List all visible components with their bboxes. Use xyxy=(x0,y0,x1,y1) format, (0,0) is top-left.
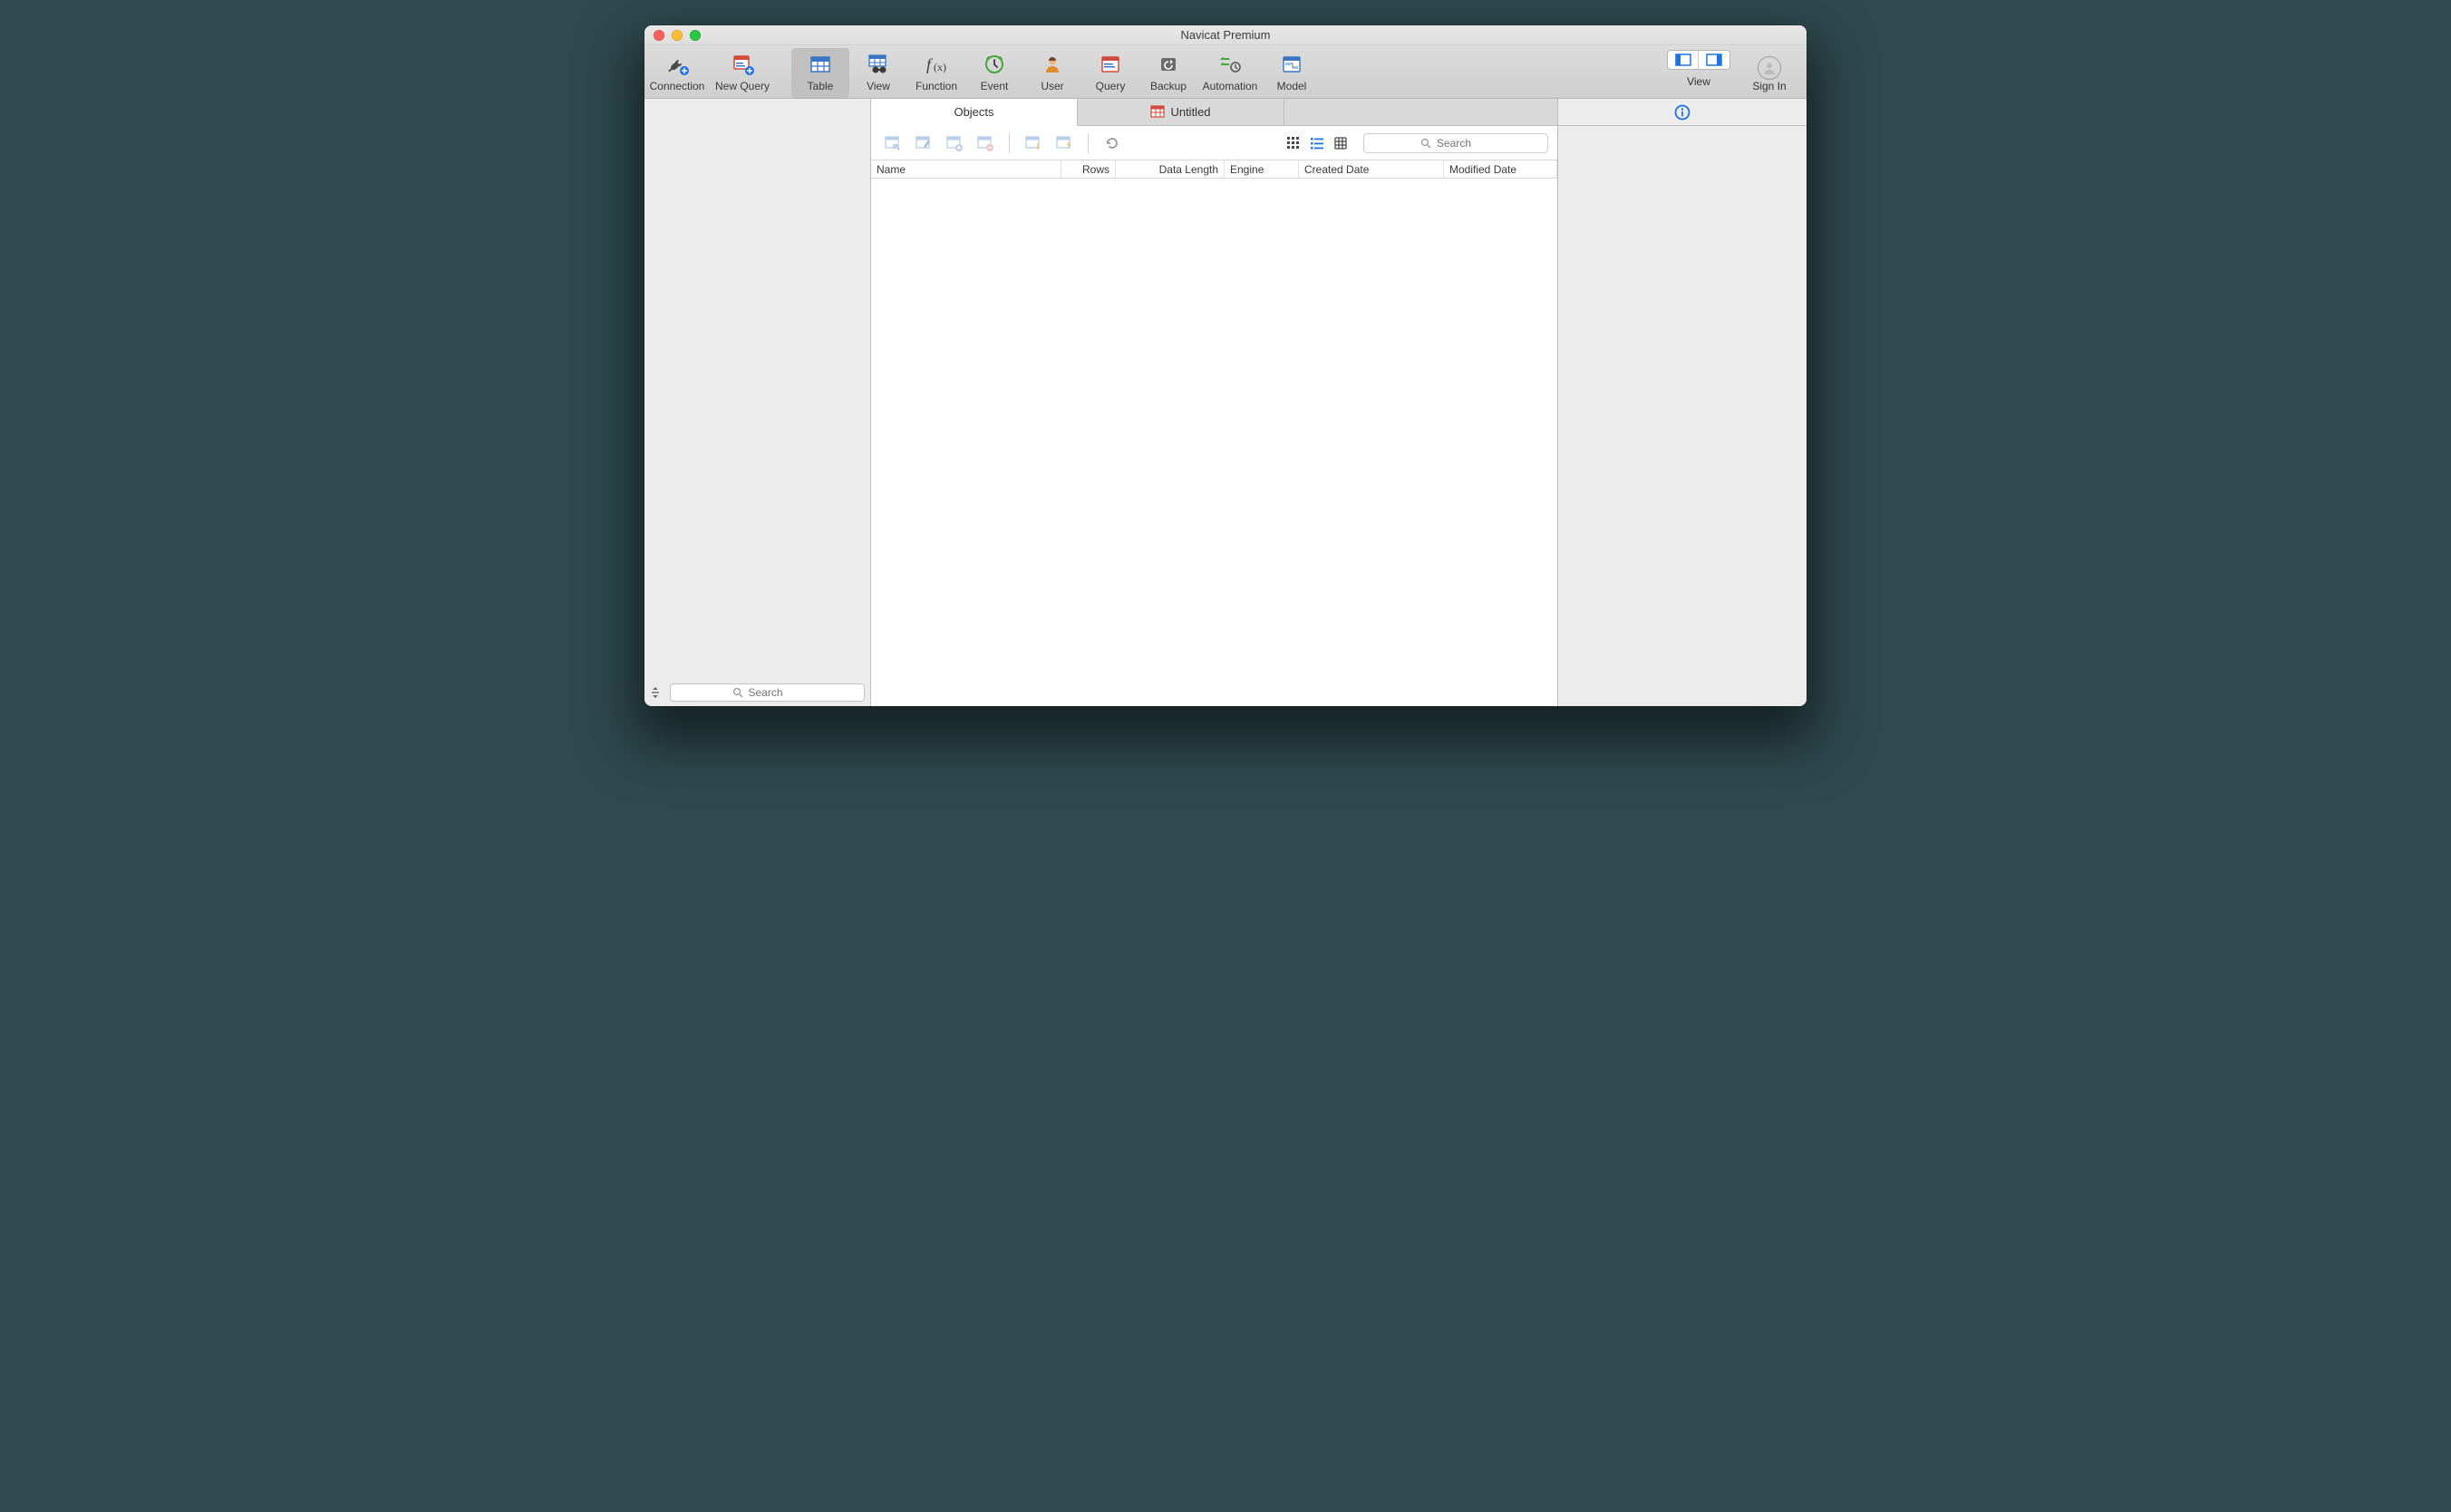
object-toolbar xyxy=(871,126,1557,160)
backup-button[interactable]: Backup xyxy=(1139,48,1197,98)
toolbar-view-label: View xyxy=(867,80,890,92)
list-view-button[interactable] xyxy=(1307,133,1327,153)
automation-button[interactable]: Automation xyxy=(1197,48,1263,98)
new-query-icon xyxy=(730,52,755,77)
toggle-left-panel-button[interactable] xyxy=(1668,51,1699,69)
titlebar: Navicat Premium xyxy=(644,25,1807,45)
connection-label: Connection xyxy=(650,80,705,92)
info-icon[interactable] xyxy=(1674,104,1691,121)
view-toggle-group: View xyxy=(1667,45,1730,98)
separator xyxy=(1088,133,1089,153)
function-label: Function xyxy=(915,80,957,92)
panel-toggle xyxy=(1667,50,1730,70)
tab-objects[interactable]: Objects xyxy=(871,99,1078,126)
detail-view-button[interactable] xyxy=(1331,133,1351,153)
model-label: Model xyxy=(1277,80,1307,92)
column-engine[interactable]: Engine xyxy=(1225,160,1299,178)
window-controls xyxy=(654,30,701,41)
view-mode-group xyxy=(1284,133,1351,153)
view-button[interactable]: View xyxy=(849,48,907,98)
connections-tree[interactable] xyxy=(644,99,870,679)
app-window: Navicat Premium Co xyxy=(644,25,1807,706)
backup-icon xyxy=(1158,52,1178,77)
content-tabs: Objects Untitled xyxy=(871,99,1557,126)
objects-search-input[interactable] xyxy=(1437,137,1491,150)
info-panel xyxy=(1558,99,1807,706)
column-modified-date[interactable]: Modified Date xyxy=(1444,160,1557,178)
delete-table-button[interactable] xyxy=(973,131,998,155)
function-button[interactable]: f (x) Function xyxy=(907,48,965,98)
zoom-window-button[interactable] xyxy=(690,30,701,41)
query-icon xyxy=(1100,52,1120,77)
main-panel: Objects Untitled xyxy=(871,99,1558,706)
new-query-label: New Query xyxy=(715,80,770,92)
tab-objects-label: Objects xyxy=(954,105,993,119)
column-rows[interactable]: Rows xyxy=(1061,160,1116,178)
new-table-button[interactable] xyxy=(942,131,967,155)
new-query-button[interactable]: New Query xyxy=(710,48,775,98)
column-created-date[interactable]: Created Date xyxy=(1299,160,1444,178)
connection-button[interactable]: Connection xyxy=(644,48,710,98)
separator xyxy=(1009,133,1010,153)
table-icon xyxy=(809,52,831,77)
info-panel-header xyxy=(1558,99,1807,126)
info-panel-body xyxy=(1558,126,1807,706)
clock-icon xyxy=(984,52,1004,77)
table-button[interactable]: Table xyxy=(791,48,849,98)
objects-search[interactable] xyxy=(1363,133,1548,153)
column-data-length[interactable]: Data Length xyxy=(1116,160,1225,178)
search-icon xyxy=(1420,138,1431,149)
grid-view-button[interactable] xyxy=(1284,133,1303,153)
plug-icon xyxy=(664,52,690,77)
window-title: Navicat Premium xyxy=(644,28,1807,42)
user-button[interactable]: User xyxy=(1023,48,1081,98)
table-header-row: Name Rows Data Length Engine Created Dat… xyxy=(871,160,1557,179)
tab-untitled[interactable]: Untitled xyxy=(1078,99,1284,125)
model-button[interactable]: Model xyxy=(1263,48,1321,98)
column-name[interactable]: Name xyxy=(871,160,1061,178)
export-button[interactable] xyxy=(1051,131,1077,155)
import-button[interactable] xyxy=(1021,131,1046,155)
sidebar-footer xyxy=(644,679,870,706)
query-button[interactable]: Query xyxy=(1081,48,1139,98)
event-button[interactable]: Event xyxy=(965,48,1023,98)
view-icon xyxy=(867,52,890,77)
table-label: Table xyxy=(808,80,834,92)
close-window-button[interactable] xyxy=(654,30,664,41)
sidebar-search[interactable] xyxy=(670,683,865,702)
model-icon xyxy=(1282,52,1302,77)
sign-in-button[interactable]: Sign In xyxy=(1738,45,1801,98)
svg-text:f: f xyxy=(926,55,934,73)
svg-text:(x): (x) xyxy=(934,61,946,73)
view-toggle-label: View xyxy=(1687,75,1710,88)
connections-sidebar xyxy=(644,99,871,706)
design-table-button[interactable] xyxy=(911,131,936,155)
tab-untitled-label: Untitled xyxy=(1170,105,1210,119)
main-toolbar: Connection New Query xyxy=(644,45,1807,99)
user-label: User xyxy=(1041,80,1063,92)
automation-icon xyxy=(1219,52,1241,77)
sidebar-resize-icon[interactable] xyxy=(650,686,663,699)
open-table-button[interactable] xyxy=(880,131,906,155)
search-icon xyxy=(732,687,743,698)
minimize-window-button[interactable] xyxy=(672,30,683,41)
user-icon xyxy=(1042,52,1062,77)
avatar-icon xyxy=(1758,56,1781,80)
toggle-right-panel-button[interactable] xyxy=(1699,51,1729,69)
body: Objects Untitled xyxy=(644,99,1807,706)
event-label: Event xyxy=(981,80,1009,92)
function-icon: f (x) xyxy=(925,52,948,77)
refresh-button[interactable] xyxy=(1100,131,1125,155)
backup-label: Backup xyxy=(1150,80,1187,92)
objects-list-area[interactable] xyxy=(871,179,1557,706)
table-icon xyxy=(1150,105,1165,120)
query-label: Query xyxy=(1096,80,1126,92)
sign-in-label: Sign In xyxy=(1752,80,1786,92)
automation-label: Automation xyxy=(1203,80,1258,92)
sidebar-search-input[interactable] xyxy=(749,686,803,699)
